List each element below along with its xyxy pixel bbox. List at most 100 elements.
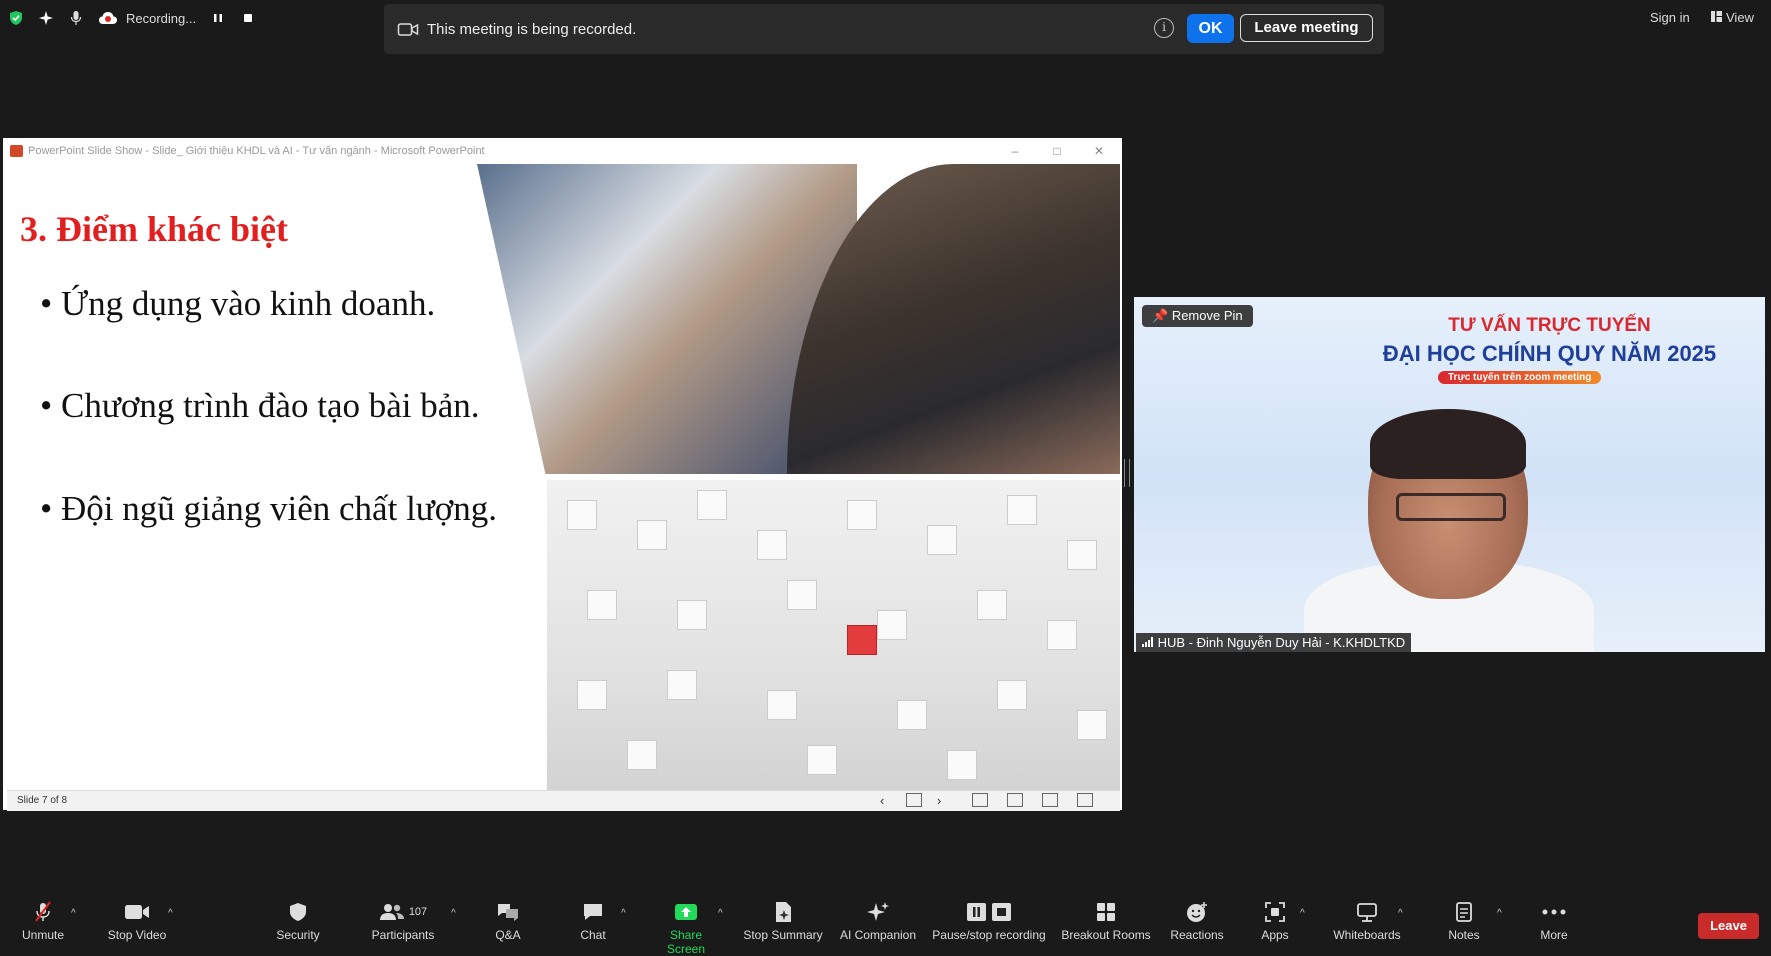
shield-icon (285, 900, 311, 924)
recording-label: Recording... (126, 10, 197, 26)
unmute-label: Unmute (21, 928, 65, 942)
reading-view-icon[interactable] (1042, 793, 1058, 807)
view-grid-icon (1711, 10, 1722, 25)
mic-muted-icon (30, 900, 56, 924)
participants-count: 107 (408, 906, 428, 918)
ok-button[interactable]: OK (1187, 14, 1234, 43)
participants-options-caret[interactable]: ^ (451, 908, 456, 919)
next-slide-icon[interactable]: › (937, 793, 941, 808)
speaker-glasses (1396, 493, 1506, 521)
ppt-titlebar: PowerPoint Slide Show - Slide_ Giới thiệ… (3, 138, 1122, 164)
sparkle-icon (865, 900, 891, 924)
whiteboard-icon (1354, 900, 1380, 924)
apps-label: Apps (1261, 928, 1289, 942)
panel-splitter[interactable] (1124, 459, 1130, 487)
participants-button[interactable]: 107 Participants (370, 900, 436, 942)
chat-label: Chat (580, 928, 606, 942)
houses-image (547, 480, 1120, 790)
chat-button[interactable]: Chat (568, 900, 618, 942)
summary-icon (770, 900, 796, 924)
notes-label: Notes (1448, 928, 1480, 942)
recording-banner: This meeting is being recorded. i OK Lea… (384, 4, 1384, 54)
security-label: Security (276, 928, 320, 942)
breakout-rooms-label: Breakout Rooms (1061, 928, 1151, 942)
chat-options-caret[interactable]: ^ (621, 908, 626, 919)
participant-name-tag: HUB - Đinh Nguyễn Duy Hải - K.KHDLTKD (1136, 633, 1412, 652)
notes-options-caret[interactable]: ^ (1497, 908, 1502, 919)
audio-options-caret[interactable]: ^ (71, 908, 76, 919)
banner-message: This meeting is being recorded. (427, 20, 637, 38)
participants-icon: 107 (373, 900, 433, 924)
qa-icon (495, 900, 521, 924)
participant-name: HUB - Đinh Nguyễn Duy Hải - K.KHDLTKD (1157, 635, 1406, 650)
slideshow-icon[interactable] (1077, 793, 1093, 807)
apps-button[interactable]: Apps (1260, 900, 1290, 942)
share-screen-button[interactable]: Share Screen (650, 900, 722, 956)
video-options-caret[interactable]: ^ (168, 908, 173, 919)
video-camera-icon (124, 900, 150, 924)
notes-button[interactable]: Notes (1440, 900, 1488, 942)
powerpoint-logo-icon (10, 145, 23, 157)
shield-check-icon[interactable] (8, 10, 24, 26)
pause-stop-icon (964, 900, 1014, 924)
previous-slide-icon[interactable]: ‹ (880, 793, 884, 808)
speaker-video-tile[interactable]: TƯ VẤN TRỰC TUYẾN ĐẠI HỌC CHÍNH QUY NĂM … (1134, 297, 1765, 652)
normal-view-icon[interactable] (972, 793, 988, 807)
more-button[interactable]: More (1530, 900, 1578, 942)
whiteboards-button[interactable]: Whiteboards (1328, 900, 1406, 942)
share-options-caret[interactable]: ^ (718, 908, 723, 919)
pause-recording-icon[interactable] (210, 10, 226, 26)
ai-companion-label: AI Companion (839, 928, 917, 942)
video-pill: Trực tuyến trên zoom meeting (1438, 371, 1602, 384)
ai-companion-button[interactable]: AI Companion (838, 900, 918, 942)
slide-canvas: 3. Điểm khác biệt • Ứng dụng vào kinh do… (7, 164, 1120, 790)
qa-button[interactable]: Q&A (483, 900, 533, 942)
pause-stop-recording-button[interactable]: Pause/stop recording (930, 900, 1048, 942)
pin-icon: 📌 (1152, 308, 1169, 323)
participants-label: Participants (371, 928, 435, 942)
sparkle-icon[interactable] (38, 10, 54, 26)
stop-recording-icon[interactable] (240, 10, 256, 26)
remove-pin-label: Remove Pin (1171, 308, 1243, 323)
view-label: View (1726, 10, 1754, 25)
qa-label: Q&A (495, 928, 521, 942)
pause-stop-label: Pause/stop recording (932, 928, 1046, 942)
slide-menu-icon[interactable] (906, 793, 922, 807)
leave-meeting-button[interactable]: Leave meeting (1240, 14, 1373, 42)
slide-title: 3. Điểm khác biệt (20, 209, 288, 249)
sign-in-link[interactable]: Sign in (1650, 10, 1690, 25)
stop-summary-button[interactable]: Stop Summary (741, 900, 825, 942)
more-icon (1541, 900, 1567, 924)
maximize-icon[interactable]: □ (1037, 138, 1077, 164)
speaker-hair (1370, 409, 1526, 479)
remove-pin-button[interactable]: 📌 Remove Pin (1142, 305, 1253, 327)
apps-icon (1262, 900, 1288, 924)
notes-icon (1451, 900, 1477, 924)
whiteboards-options-caret[interactable]: ^ (1398, 908, 1403, 919)
slide-sorter-icon[interactable] (1007, 793, 1023, 807)
microphone-icon[interactable] (68, 10, 84, 26)
top-status-bar: Recording... (8, 8, 256, 28)
minimize-icon[interactable]: – (995, 138, 1035, 164)
bullet-1: • Ứng dụng vào kinh doanh. (40, 284, 436, 323)
reactions-icon (1184, 900, 1210, 924)
apps-options-caret[interactable]: ^ (1300, 908, 1305, 919)
view-button[interactable]: View (1711, 10, 1754, 25)
info-icon[interactable]: i (1154, 18, 1174, 38)
stop-video-label: Stop Video (107, 928, 167, 942)
breakout-rooms-icon (1093, 900, 1119, 924)
reactions-label: Reactions (1170, 928, 1224, 942)
ppt-status-bar: Slide 7 of 8 ‹ › (7, 790, 1120, 811)
breakout-rooms-button[interactable]: Breakout Rooms (1060, 900, 1152, 942)
stop-video-button[interactable]: Stop Video (104, 900, 170, 942)
unmute-button[interactable]: Unmute (18, 900, 68, 942)
reactions-button[interactable]: Reactions (1168, 900, 1226, 942)
video-camera-icon (397, 20, 419, 38)
chat-icon (580, 900, 606, 924)
recording-indicator: Recording... (98, 10, 196, 26)
security-button[interactable]: Security (273, 900, 323, 942)
close-icon[interactable]: ✕ (1079, 138, 1119, 164)
leave-button[interactable]: Leave (1698, 913, 1759, 939)
more-label: More (1540, 928, 1568, 942)
stop-summary-label: Stop Summary (743, 928, 823, 942)
